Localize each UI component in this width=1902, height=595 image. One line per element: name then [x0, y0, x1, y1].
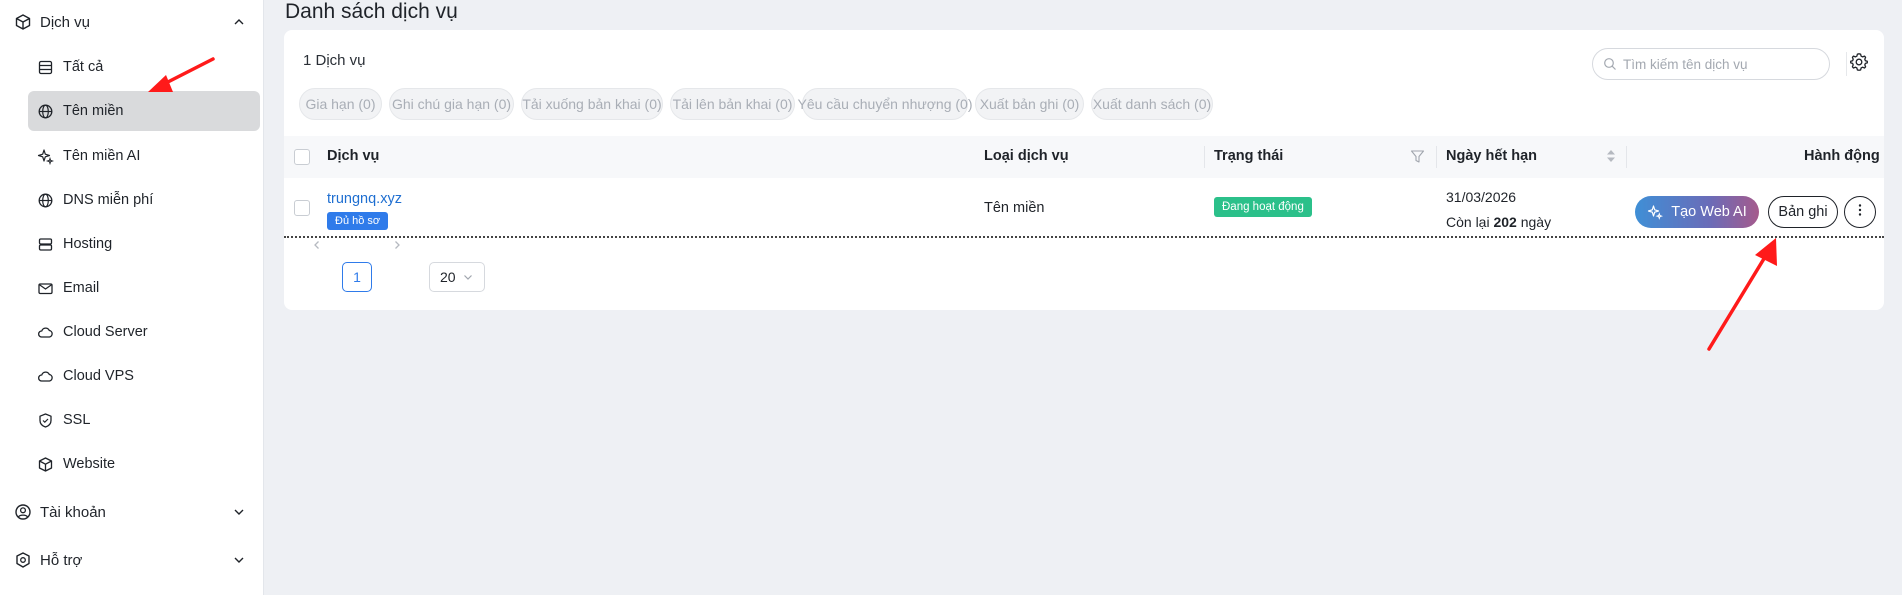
sidebar-item-ai-domains[interactable]: Tên miền AI — [32, 136, 260, 176]
status-badge: Đang hoạt động — [1214, 197, 1312, 217]
bulk-download-declaration-button[interactable]: Tải xuống bản khai (0) — [521, 88, 663, 120]
service-link[interactable]: trungnq.xyz — [327, 191, 402, 207]
box-icon — [14, 13, 32, 31]
column-divider — [1436, 146, 1437, 168]
bulk-renew-button[interactable]: Gia hạn (0) — [299, 88, 382, 120]
mail-icon — [37, 280, 54, 297]
sidebar-item-free-dns[interactable]: DNS miễn phí — [32, 180, 260, 220]
sidebar-item-label: Cloud Server — [63, 324, 148, 340]
sidebar-group-label: Dịch vụ — [40, 13, 91, 31]
sidebar-item-hosting[interactable]: Hosting — [32, 224, 260, 264]
records-button[interactable]: Bản ghi — [1768, 196, 1838, 228]
sidebar-item-label: Website — [63, 456, 116, 472]
cloud-icon — [37, 368, 54, 385]
sidebar-group-support[interactable]: Hỗ trợ — [0, 538, 264, 582]
expiry-date: 31/03/2026 — [1446, 189, 1517, 205]
pagination-prev-button[interactable] — [307, 236, 327, 256]
sparkle-icon — [37, 148, 54, 165]
settings-button[interactable] — [1846, 52, 1870, 76]
profile-complete-badge: Đủ hồ sơ — [327, 212, 389, 230]
sidebar-item-domains[interactable]: Tên miền — [28, 91, 260, 131]
sidebar-group-services[interactable]: Dịch vụ — [0, 0, 264, 44]
pagination-page-current[interactable]: 1 — [342, 262, 372, 292]
cube-icon — [37, 456, 54, 473]
bulk-upload-declaration-button[interactable]: Tải lên bản khai (0) — [670, 88, 795, 120]
column-divider — [1204, 146, 1205, 168]
globe-icon — [37, 192, 54, 209]
sidebar-item-label: Tên miền AI — [63, 148, 141, 164]
chevron-right-icon — [392, 237, 402, 255]
server-icon — [37, 236, 54, 253]
sidebar-item-cloud-server[interactable]: Cloud Server — [32, 312, 260, 352]
sidebar-item-label: Hosting — [63, 236, 113, 252]
sidebar-item-label: Cloud VPS — [63, 368, 134, 384]
chevron-down-icon — [462, 271, 474, 283]
column-expiry: Ngày hết hạn — [1446, 148, 1538, 164]
remaining-suffix: ngày — [1520, 214, 1552, 230]
bulk-renew-note-button[interactable]: Ghi chú gia hạn (0) — [389, 88, 514, 120]
page-size-value: 20 — [440, 269, 456, 285]
days-remaining: Còn lại 202 ngày — [1446, 214, 1551, 230]
row-checkbox[interactable] — [294, 200, 310, 216]
remaining-prefix: Còn lại — [1446, 214, 1490, 230]
sort-icon[interactable] — [1606, 148, 1616, 164]
gear-icon — [1849, 52, 1869, 77]
column-service: Dịch vụ — [327, 148, 380, 164]
create-web-ai-button[interactable]: Tạo Web AI — [1635, 196, 1759, 228]
bulk-export-list-button[interactable]: Xuất danh sách (0) — [1091, 88, 1213, 120]
sidebar-group-label: Tài khoản — [40, 503, 106, 521]
search-icon — [1603, 57, 1617, 71]
bulk-transfer-request-button[interactable]: Yêu cầu chuyển nhượng (0) — [798, 88, 973, 120]
support-icon — [14, 551, 32, 569]
list-icon — [37, 59, 54, 76]
user-circle-icon — [14, 503, 32, 521]
table-row: trungnq.xyz Đủ hồ sơ Tên miền Đang hoạt … — [284, 178, 1884, 238]
chevron-down-icon — [232, 553, 246, 567]
sparkle-icon — [1647, 204, 1664, 220]
more-vertical-icon — [1858, 203, 1862, 222]
cloud-icon — [37, 324, 54, 341]
services-panel: 1 Dịch vụ Tìm kiếm tên dịch vụ Gia hạn (… — [284, 30, 1884, 310]
column-actions: Hành động — [1804, 148, 1880, 164]
sidebar-item-label: Tất cả — [63, 59, 104, 75]
chevron-left-icon — [312, 237, 322, 255]
column-service-type: Loại dịch vụ — [984, 148, 1069, 164]
sidebar-item-label: Tên miền — [63, 103, 124, 119]
service-type: Tên miền — [984, 200, 1045, 216]
table-header: Dịch vụ Loại dịch vụ Trạng thái Ngày hết… — [284, 136, 1884, 178]
sidebar-item-ssl[interactable]: SSL — [32, 400, 260, 440]
remaining-days-value: 202 — [1493, 214, 1517, 230]
sidebar-item-website[interactable]: Website — [32, 444, 260, 484]
globe-icon — [37, 103, 54, 120]
search-placeholder: Tìm kiếm tên dịch vụ — [1623, 56, 1748, 72]
sidebar: Dịch vụ Tất cả Tên miền Tên miền AI DNS … — [0, 0, 264, 595]
create-web-ai-label: Tạo Web AI — [1671, 204, 1747, 220]
shield-icon — [37, 412, 54, 429]
column-status: Trạng thái — [1214, 148, 1284, 164]
page-title: Danh sách dịch vụ — [285, 0, 458, 23]
select-all-checkbox[interactable] — [294, 149, 310, 165]
sidebar-item-cloud-vps[interactable]: Cloud VPS — [32, 356, 260, 396]
sidebar-group-label: Hỗ trợ — [40, 551, 83, 569]
pagination-next-button[interactable] — [387, 236, 407, 256]
sidebar-item-label: SSL — [63, 412, 91, 428]
column-divider — [1626, 146, 1627, 168]
sidebar-item-label: DNS miễn phí — [63, 192, 154, 208]
more-actions-button[interactable] — [1844, 196, 1876, 228]
sidebar-item-all[interactable]: Tất cả — [32, 47, 260, 87]
chevron-up-icon — [232, 15, 246, 29]
search-input[interactable]: Tìm kiếm tên dịch vụ — [1592, 48, 1830, 80]
sidebar-group-account[interactable]: Tài khoản — [0, 490, 264, 534]
page-size-select[interactable]: 20 — [429, 262, 485, 292]
chevron-down-icon — [232, 505, 246, 519]
sidebar-item-email[interactable]: Email — [32, 268, 260, 308]
sidebar-item-label: Email — [63, 280, 100, 296]
service-count: 1 Dịch vụ — [303, 52, 366, 69]
filter-icon[interactable] — [1410, 149, 1425, 164]
bulk-export-records-button[interactable]: Xuất bản ghi (0) — [975, 88, 1084, 120]
